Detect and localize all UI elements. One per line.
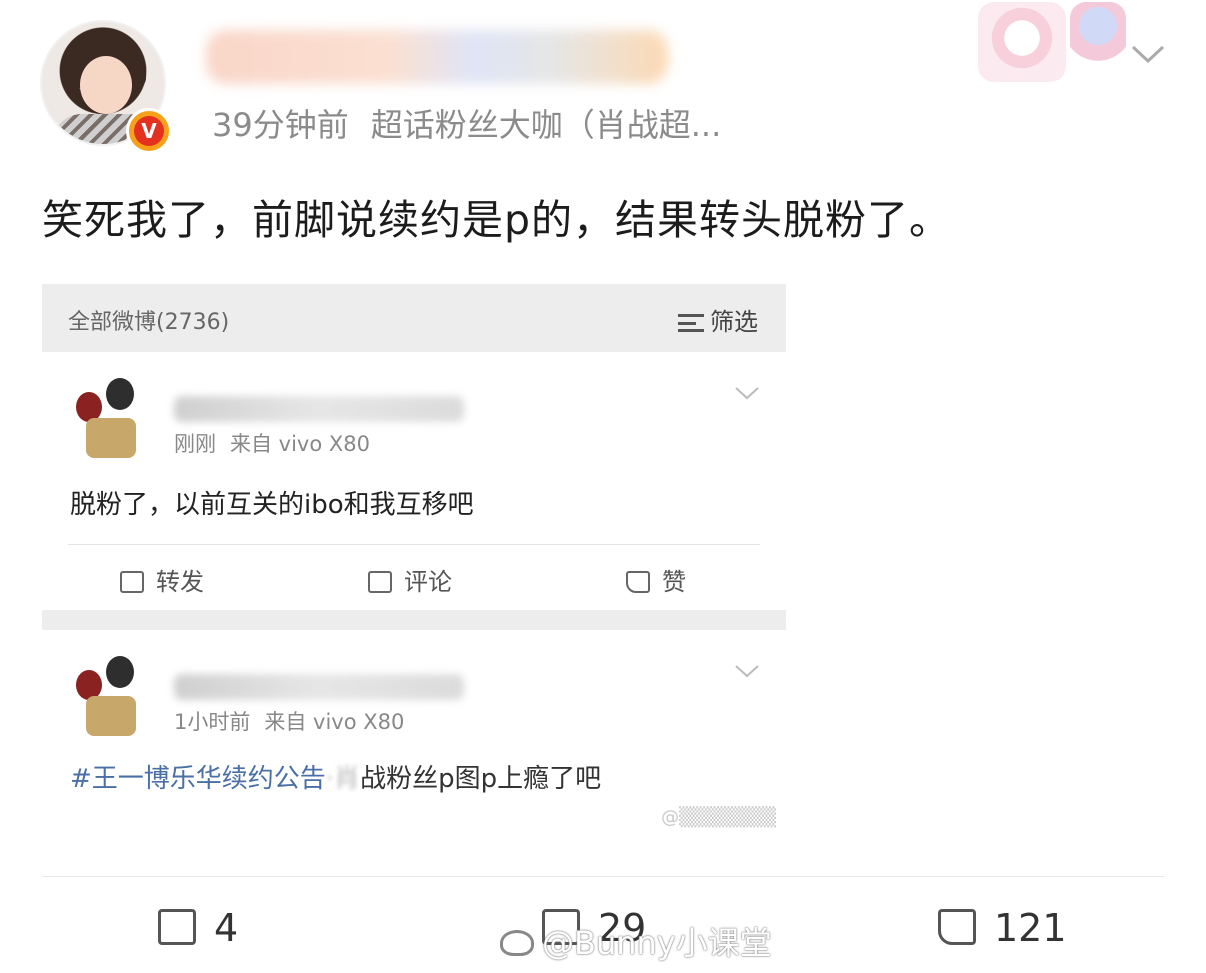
username-blurred: [174, 396, 464, 422]
post-meta: 刚刚 来自 vivo X80: [174, 428, 370, 458]
post-time: 刚刚: [174, 432, 216, 456]
comment-action: 评论: [368, 562, 452, 597]
comment-icon: [368, 571, 392, 593]
post-source: 来自 vivo X80: [264, 710, 405, 734]
repost-count: 4: [214, 906, 239, 950]
like-icon: [626, 571, 650, 593]
avatar: [76, 378, 140, 460]
chevron-down-icon: [734, 660, 760, 685]
repost-icon: [158, 909, 196, 945]
post-meta: 39分钟前 超话粉丝大咖（肖战超...: [212, 100, 721, 146]
chevron-down-icon[interactable]: [1130, 38, 1166, 64]
post-text-tail: 战粉丝p图p上瘾了吧: [360, 764, 602, 794]
screenshot-post-2: 1小时前 来自 vivo X80 #王一博乐华续约公告·肖战粉丝p图p上瘾了吧 @…: [42, 630, 786, 844]
post-time: 39分钟前: [212, 106, 349, 144]
like-button[interactable]: 121: [938, 906, 1067, 950]
repost-button[interactable]: 4: [158, 906, 238, 950]
post-meta: 1小时前 来自 vivo X80: [174, 706, 404, 736]
repost-icon: [120, 571, 144, 593]
username-blurred[interactable]: [206, 30, 668, 84]
divider: [68, 544, 760, 545]
username-blurred: [174, 674, 464, 700]
filter-button: 筛选: [678, 302, 758, 337]
decor-sticker-icon: [978, 2, 1066, 82]
chevron-down-icon: [734, 382, 760, 407]
post-text: 脱粉了，以前互关的ibo和我互移吧: [70, 490, 474, 520]
watermark: @Bunny小课堂: [500, 918, 772, 964]
embedded-screenshot[interactable]: 全部微博(2736) 筛选 刚刚 来自 vivo X80 脱粉了，以前互关的ibo…: [42, 284, 786, 844]
repost-action: 转发: [120, 562, 204, 597]
post-actions: 转发 评论 赞: [42, 556, 786, 602]
like-action: 赞: [626, 562, 686, 597]
post-time: 1小时前: [174, 710, 251, 734]
blurred-watermark: @▒▒▒▒▒▒▒: [661, 807, 776, 828]
weibo-count: 全部微博(2736): [68, 310, 230, 335]
blurred-text: ·肖: [325, 764, 361, 794]
like-count: 121: [994, 906, 1067, 950]
post-source: 来自 vivo X80: [230, 432, 370, 456]
decor-balloon-icon: [1070, 2, 1126, 82]
filter-label: 筛选: [710, 308, 758, 336]
avatar-face: [80, 56, 132, 114]
weibo-logo-icon: [500, 930, 534, 956]
filter-icon: [678, 314, 704, 332]
avatar: [76, 656, 140, 738]
post-text: #王一博乐华续约公告·肖战粉丝p图p上瘾了吧: [70, 758, 601, 795]
divider: [42, 876, 1164, 877]
screenshot-header: 全部微博(2736) 筛选: [42, 284, 786, 352]
post-text: 笑死我了，前脚说续约是p的，结果转头脱粉了。: [42, 196, 952, 244]
hashtag-link: #王一博乐华续约公告: [70, 764, 326, 794]
divider: [42, 610, 786, 630]
screenshot-post-1: 刚刚 来自 vivo X80 脱粉了，以前互关的ibo和我互移吧 转发 评论 赞: [42, 352, 786, 610]
like-icon: [938, 909, 976, 945]
verified-badge-icon: V: [126, 108, 172, 154]
post-source[interactable]: 超话粉丝大咖（肖战超...: [371, 106, 722, 144]
